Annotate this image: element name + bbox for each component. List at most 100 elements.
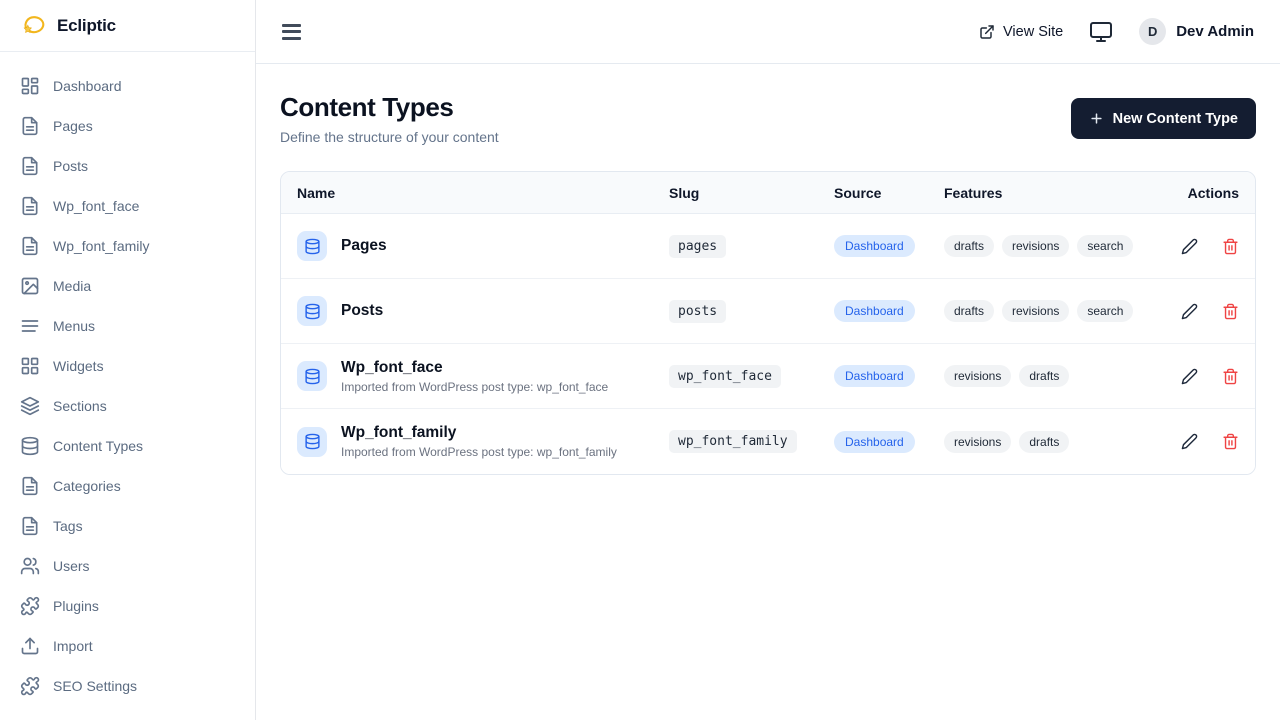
- brand-name: Ecliptic: [57, 16, 116, 36]
- sidebar-item-sections[interactable]: Sections: [8, 386, 247, 426]
- plus-icon: [1089, 111, 1104, 126]
- app-root: Ecliptic Dashboard Pages Posts Wp_font_f…: [0, 0, 1280, 720]
- menu-toggle-button[interactable]: [282, 24, 302, 40]
- sidebar-item-label: Users: [53, 558, 90, 574]
- image-icon: [20, 276, 40, 296]
- slug-value: pages: [669, 235, 726, 258]
- slug-value: wp_font_face: [669, 365, 781, 388]
- content-type-name: Pages: [341, 237, 387, 255]
- feature-chip-revisions: revisions: [1002, 300, 1069, 322]
- content-type-subtitle: Imported from WordPress post type: wp_fo…: [341, 445, 617, 459]
- file-text-icon: [20, 116, 40, 136]
- feature-chip-search: search: [1077, 235, 1133, 257]
- sidebar-item-import[interactable]: Import: [8, 626, 247, 666]
- file-text-icon: [20, 516, 40, 536]
- row-name-cell: Wp_font_family Imported from WordPress p…: [297, 414, 669, 469]
- sidebar-item-pages[interactable]: Pages: [8, 106, 247, 146]
- sidebar-item-label: Menus: [53, 318, 95, 334]
- feature-chip-drafts: drafts: [944, 300, 994, 322]
- table-header-row: Name Slug Source Features Actions: [281, 172, 1255, 214]
- delete-icon[interactable]: [1222, 433, 1239, 450]
- sidebar-item-label: Import: [53, 638, 93, 654]
- edit-icon[interactable]: [1181, 368, 1198, 385]
- sidebar-item-wp-font-face[interactable]: Wp_font_face: [8, 186, 247, 226]
- user-menu[interactable]: D Dev Admin: [1139, 18, 1254, 45]
- row-name-cell: Pages: [297, 221, 669, 271]
- slug-value: wp_font_family: [669, 430, 797, 453]
- source-badge: Dashboard: [834, 365, 915, 387]
- user-name: Dev Admin: [1176, 23, 1254, 40]
- sidebar-item-tags[interactable]: Tags: [8, 506, 247, 546]
- feature-chip-revisions: revisions: [944, 431, 1011, 453]
- layers-icon: [20, 396, 40, 416]
- table-row: Wp_font_face Imported from WordPress pos…: [281, 344, 1255, 409]
- database-icon: [297, 231, 327, 261]
- column-header-slug: Slug: [669, 185, 834, 201]
- sidebar-item-label: Wp_font_family: [53, 238, 149, 254]
- features-list: draftsrevisionssearch: [944, 235, 1135, 257]
- topbar: View Site D Dev Admin: [256, 0, 1280, 64]
- feature-chip-drafts: drafts: [1019, 431, 1069, 453]
- view-site-button[interactable]: View Site: [979, 24, 1063, 40]
- features-list: revisionsdrafts: [944, 365, 1135, 387]
- source-badge: Dashboard: [834, 235, 915, 257]
- dashboard-icon: [20, 76, 40, 96]
- page-content: Content Types Define the structure of yo…: [256, 64, 1280, 720]
- view-site-label: View Site: [1003, 24, 1063, 40]
- source-badge: Dashboard: [834, 300, 915, 322]
- sidebar-item-content-types[interactable]: Content Types: [8, 426, 247, 466]
- main-column: View Site D Dev Admin Content Types Defi…: [256, 0, 1280, 720]
- avatar: D: [1139, 18, 1166, 45]
- menu-lines-icon: [20, 316, 40, 336]
- file-text-icon: [20, 156, 40, 176]
- sidebar-item-users[interactable]: Users: [8, 546, 247, 586]
- content-type-name: Posts: [341, 302, 383, 320]
- sidebar-item-menus[interactable]: Menus: [8, 306, 247, 346]
- sidebar-item-widgets[interactable]: Widgets: [8, 346, 247, 386]
- sidebar-item-label: SEO Settings: [53, 678, 137, 694]
- dizzy-star-icon: [20, 12, 48, 40]
- page-subtitle: Define the structure of your content: [280, 129, 499, 145]
- sidebar-item-label: Dashboard: [53, 78, 122, 94]
- delete-icon[interactable]: [1222, 368, 1239, 385]
- sidebar-item-wp-font-family[interactable]: Wp_font_family: [8, 226, 247, 266]
- row-actions: [1135, 238, 1239, 255]
- external-link-icon: [979, 24, 995, 40]
- slug-value: posts: [669, 300, 726, 323]
- sidebar-item-label: Plugins: [53, 598, 99, 614]
- new-content-type-button[interactable]: New Content Type: [1071, 98, 1256, 139]
- features-list: draftsrevisionssearch: [944, 300, 1135, 322]
- file-text-icon: [20, 236, 40, 256]
- sidebar-item-media[interactable]: Media: [8, 266, 247, 306]
- puzzle-icon: [20, 596, 40, 616]
- feature-chip-revisions: revisions: [1002, 235, 1069, 257]
- delete-icon[interactable]: [1222, 303, 1239, 320]
- sidebar: Ecliptic Dashboard Pages Posts Wp_font_f…: [0, 0, 256, 720]
- row-actions: [1135, 433, 1239, 450]
- sidebar-item-posts[interactable]: Posts: [8, 146, 247, 186]
- content-type-name: Wp_font_face: [341, 359, 608, 377]
- page-title: Content Types: [280, 92, 499, 123]
- new-content-type-label: New Content Type: [1113, 111, 1238, 127]
- grid-icon: [20, 356, 40, 376]
- edit-icon[interactable]: [1181, 433, 1198, 450]
- delete-icon[interactable]: [1222, 238, 1239, 255]
- title-block: Content Types Define the structure of yo…: [280, 92, 499, 145]
- content-types-table: Name Slug Source Features Actions Pages …: [280, 171, 1256, 475]
- column-header-source: Source: [834, 185, 944, 201]
- sidebar-item-plugins[interactable]: Plugins: [8, 586, 247, 626]
- source-badge: Dashboard: [834, 431, 915, 453]
- edit-icon[interactable]: [1181, 303, 1198, 320]
- sidebar-item-categories[interactable]: Categories: [8, 466, 247, 506]
- sidebar-item-seo-settings[interactable]: SEO Settings: [8, 666, 247, 706]
- monitor-icon[interactable]: [1089, 20, 1113, 44]
- sidebar-item-dashboard[interactable]: Dashboard: [8, 66, 247, 106]
- content-type-name: Wp_font_family: [341, 424, 617, 442]
- sidebar-item-label: Categories: [53, 478, 121, 494]
- sidebar-item-label: Content Types: [53, 438, 143, 454]
- feature-chip-revisions: revisions: [944, 365, 1011, 387]
- database-icon: [297, 361, 327, 391]
- edit-icon[interactable]: [1181, 238, 1198, 255]
- sidebar-item-label: Wp_font_face: [53, 198, 139, 214]
- row-actions: [1135, 303, 1239, 320]
